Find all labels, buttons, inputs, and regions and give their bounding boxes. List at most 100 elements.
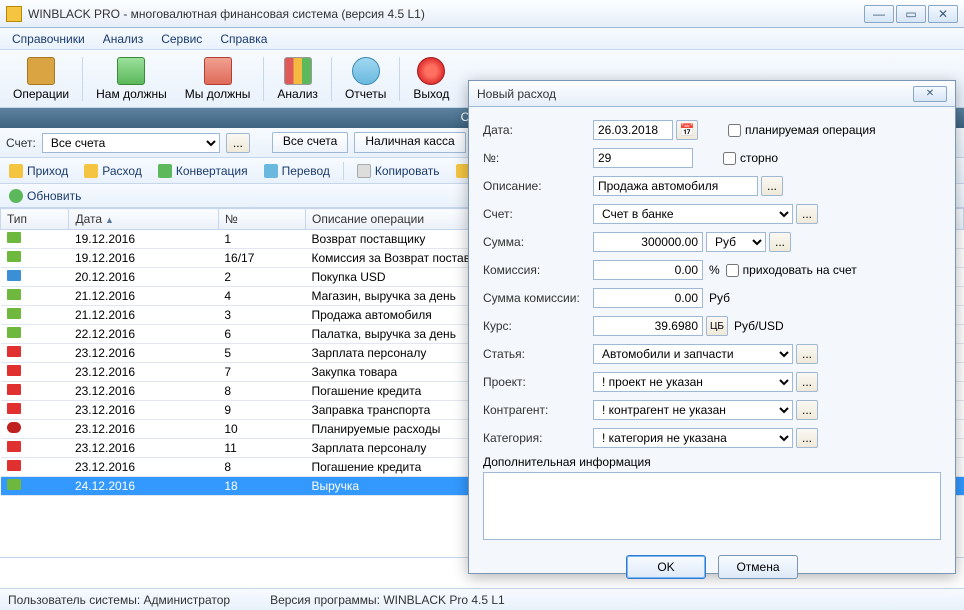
cell-no: 7: [218, 363, 305, 382]
no-input[interactable]: [593, 148, 693, 168]
tab-all-accounts[interactable]: Все счета: [272, 132, 348, 153]
transfer-icon: [264, 164, 278, 178]
commsum-input[interactable]: [593, 288, 703, 308]
toolbar-owed-to-us[interactable]: Нам должны: [87, 52, 176, 106]
money-out-icon: [204, 57, 232, 85]
toolbar-operations[interactable]: Операции: [4, 52, 78, 106]
currency-browse-button[interactable]: ...: [769, 232, 791, 252]
credit-acc-checkbox-label[interactable]: приходовать на счет: [726, 263, 857, 277]
cell-no: 18: [218, 477, 305, 496]
action-copy[interactable]: Копировать: [354, 162, 443, 180]
cell-date: 22.12.2016: [69, 325, 218, 344]
date-input[interactable]: [593, 120, 673, 140]
date-label: Дата:: [483, 123, 593, 137]
action-income[interactable]: Приход: [6, 162, 71, 180]
comm-unit: %: [709, 263, 720, 277]
col-date[interactable]: Дата▲: [69, 209, 218, 230]
planned-checkbox[interactable]: [728, 124, 741, 137]
project-browse-button[interactable]: ...: [796, 372, 818, 392]
toolbar-we-owe[interactable]: Мы должны: [176, 52, 260, 106]
planned-checkbox-label[interactable]: планируемая операция: [728, 123, 876, 137]
col-type[interactable]: Тип: [1, 209, 69, 230]
money-in-icon: [117, 57, 145, 85]
menu-help[interactable]: Справка: [212, 30, 275, 48]
account-select[interactable]: Счет в банке: [593, 204, 793, 224]
rate-cb-button[interactable]: ЦБ: [706, 316, 728, 336]
toolbar-reports[interactable]: Отчеты: [336, 52, 395, 106]
action-refresh[interactable]: Обновить: [6, 187, 84, 205]
maximize-button[interactable]: ▭: [896, 5, 926, 23]
cell-no: 11: [218, 439, 305, 458]
flag-icon: [7, 232, 21, 243]
storno-checkbox-label[interactable]: сторно: [723, 151, 778, 165]
comm-input[interactable]: [593, 260, 703, 280]
cell-no: 1: [218, 230, 305, 249]
account-filter-label: Счет:: [6, 136, 36, 150]
account-filter-browse[interactable]: ...: [226, 133, 250, 153]
project-select[interactable]: ! проект не указан: [593, 372, 793, 392]
menu-analysis[interactable]: Анализ: [95, 30, 152, 48]
ok-button[interactable]: OK: [626, 555, 706, 579]
commsum-cur: Руб: [709, 291, 730, 305]
flag-icon: [7, 270, 21, 281]
action-convert[interactable]: Конвертация: [155, 162, 251, 180]
cell-date: 21.12.2016: [69, 287, 218, 306]
dialog-close-button[interactable]: ✕: [913, 86, 947, 102]
cell-date: 23.12.2016: [69, 382, 218, 401]
currency-select[interactable]: Руб: [706, 232, 766, 252]
cell-no: 4: [218, 287, 305, 306]
account-browse-button[interactable]: ...: [796, 204, 818, 224]
action-expense[interactable]: Расход: [81, 162, 145, 180]
contr-select[interactable]: ! контрагент не указан: [593, 400, 793, 420]
flag-icon: [7, 346, 21, 357]
toolbar-we-owe-label: Мы должны: [185, 87, 251, 101]
cat-browse-button[interactable]: ...: [796, 428, 818, 448]
cell-no: 16/17: [218, 249, 305, 268]
col-no[interactable]: №: [218, 209, 305, 230]
cell-date: 19.12.2016: [69, 249, 218, 268]
sum-input[interactable]: [593, 232, 703, 252]
contr-browse-button[interactable]: ...: [796, 400, 818, 420]
credit-acc-checkbox[interactable]: [726, 264, 739, 277]
cell-date: 23.12.2016: [69, 401, 218, 420]
cat-select[interactable]: ! категория не указана: [593, 428, 793, 448]
rate-input[interactable]: [593, 316, 703, 336]
window-title: WINBLACK PRO - многовалютная финансовая …: [28, 7, 862, 21]
cell-date: 23.12.2016: [69, 439, 218, 458]
flag-icon: [7, 327, 21, 338]
account-filter-select[interactable]: Все счета: [42, 133, 220, 153]
window-titlebar: WINBLACK PRO - многовалютная финансовая …: [0, 0, 964, 28]
cell-date: 23.12.2016: [69, 458, 218, 477]
action-transfer[interactable]: Перевод: [261, 162, 333, 180]
date-picker-button[interactable]: 📅: [676, 120, 698, 140]
dialog-title: Новый расход: [477, 87, 913, 101]
expense-icon: [84, 164, 98, 178]
close-button[interactable]: ✕: [928, 5, 958, 23]
contr-label: Контрагент:: [483, 403, 593, 417]
flag-icon: [7, 384, 21, 395]
toolbar-exit[interactable]: Выход: [404, 52, 458, 106]
extra-textarea[interactable]: [483, 472, 941, 540]
menu-references[interactable]: Справочники: [4, 30, 93, 48]
convert-icon: [158, 164, 172, 178]
cancel-button[interactable]: Отмена: [718, 555, 798, 579]
flag-icon: [7, 289, 21, 300]
copy-icon: [357, 164, 371, 178]
article-browse-button[interactable]: ...: [796, 344, 818, 364]
power-icon: [417, 57, 445, 85]
refresh-icon: [9, 189, 23, 203]
desc-browse-button[interactable]: ...: [761, 176, 783, 196]
toolbar-reports-label: Отчеты: [345, 87, 386, 101]
article-select[interactable]: Автомобили и запчасти: [593, 344, 793, 364]
minimize-button[interactable]: —: [864, 5, 894, 23]
tab-cash[interactable]: Наличная касса: [354, 132, 465, 153]
storno-checkbox[interactable]: [723, 152, 736, 165]
cell-date: 19.12.2016: [69, 230, 218, 249]
toolbar-analysis-label: Анализ: [277, 87, 318, 101]
chart-icon: [284, 57, 312, 85]
cell-date: 20.12.2016: [69, 268, 218, 287]
status-user-label: Пользователь системы:: [8, 593, 140, 607]
desc-input[interactable]: [593, 176, 758, 196]
toolbar-analysis[interactable]: Анализ: [268, 52, 327, 106]
menu-service[interactable]: Сервис: [153, 30, 210, 48]
